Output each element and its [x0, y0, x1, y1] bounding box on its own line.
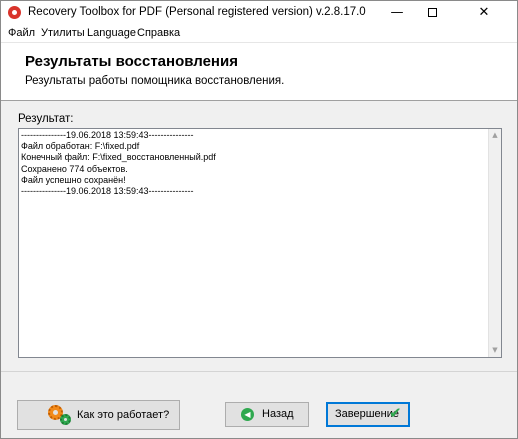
green-gear-icon [60, 414, 71, 425]
result-line: Файл успешно сохранён! [21, 174, 126, 185]
result-lines: ---------------19.06.2018 13:59:43------… [21, 130, 216, 197]
back-button[interactable]: ◀ Назад [225, 402, 309, 427]
menu-utilities[interactable]: Утилиты [41, 27, 85, 39]
back-arrow-icon: ◀ [241, 408, 254, 421]
minimize-button[interactable]: — [380, 1, 414, 24]
finish-button[interactable]: Завершение ✔ [326, 402, 410, 427]
result-line: Сохранено 774 объектов. [21, 163, 128, 174]
how-it-works-button[interactable]: Как это работает? [17, 400, 180, 430]
window-title: Recovery Toolbox for PDF (Personal regis… [28, 6, 366, 18]
maximize-icon [427, 8, 437, 17]
title-bar[interactable]: Recovery Toolbox for PDF (Personal regis… [1, 1, 517, 24]
page-subtitle: Результаты работы помощника восстановлен… [25, 75, 285, 87]
menu-language[interactable]: Language [87, 27, 136, 39]
back-label: Назад [262, 408, 294, 420]
how-it-works-label: Как это работает? [77, 409, 170, 421]
menu-file[interactable]: Файл [8, 27, 35, 39]
close-button[interactable]: ✕ [451, 1, 517, 24]
vertical-scrollbar[interactable]: ▲ ▼ [488, 129, 501, 357]
result-line: Файл обработан: F:\fixed.pdf [21, 141, 140, 152]
maximize-button[interactable] [415, 1, 449, 24]
page-title: Результаты восстановления [25, 53, 238, 70]
app-icon [8, 6, 21, 19]
scroll-up-icon[interactable]: ▲ [489, 129, 501, 142]
divider [1, 371, 517, 372]
result-line: Конечный файл: F:\fixed_восстановленный.… [21, 152, 216, 163]
gears-icon [48, 405, 72, 427]
page-header: Результаты восстановления Результаты раб… [1, 43, 517, 101]
result-label: Результат: [18, 113, 74, 125]
menu-bar: Файл Утилиты Language Справка [1, 24, 517, 43]
scroll-down-icon[interactable]: ▼ [489, 344, 501, 357]
app-window: Recovery Toolbox for PDF (Personal regis… [0, 0, 518, 439]
check-icon: ✔ [389, 404, 402, 422]
result-line: ---------------19.06.2018 13:59:43------… [21, 130, 194, 140]
result-textarea[interactable]: ---------------19.06.2018 13:59:43------… [18, 128, 502, 358]
result-line: ---------------19.06.2018 13:59:43------… [21, 186, 194, 197]
menu-help[interactable]: Справка [137, 27, 180, 39]
